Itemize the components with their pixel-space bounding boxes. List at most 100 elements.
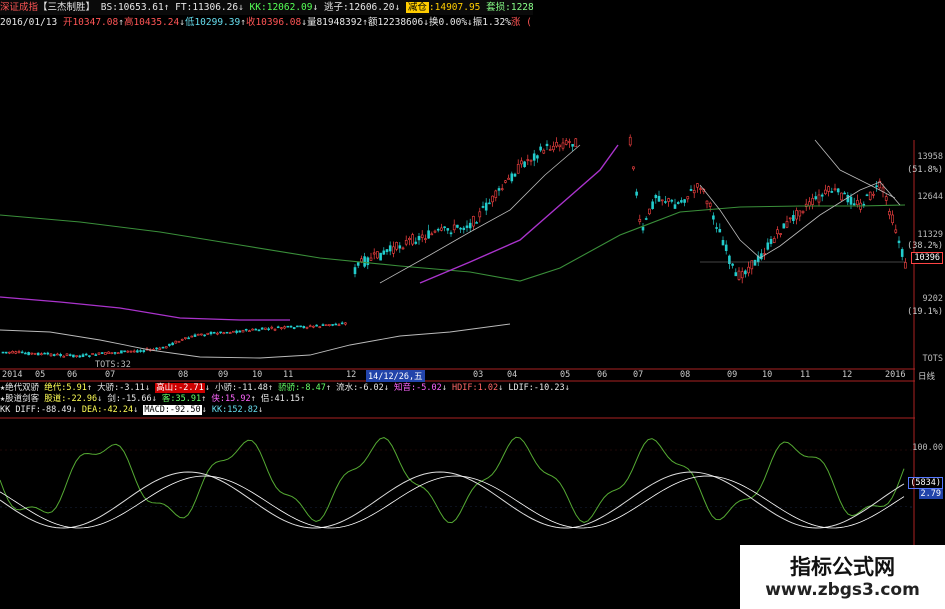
macd-bar	[504, 485, 507, 507]
candle-body	[427, 230, 430, 239]
macd-bar	[899, 507, 902, 547]
candle-body	[824, 189, 827, 195]
macd-bar	[89, 486, 92, 507]
macd-bar	[639, 507, 642, 558]
macd-bar	[539, 489, 542, 507]
macd-bar	[869, 507, 872, 531]
candle-body	[638, 219, 642, 222]
kline-chart[interactable]	[0, 0, 945, 609]
candle-body	[107, 351, 110, 354]
candle-body	[779, 233, 782, 235]
candle-body	[251, 328, 254, 331]
macd-bar	[139, 507, 142, 526]
candle-body	[852, 203, 856, 206]
macd-bar	[514, 481, 517, 507]
candle-body	[190, 335, 194, 338]
candle-body	[481, 206, 485, 208]
candle-body	[830, 191, 834, 193]
candle-body	[270, 326, 274, 329]
macd-bar	[429, 507, 432, 521]
candle-body	[849, 196, 853, 205]
price-label: (19.1%)	[907, 307, 943, 317]
macd-bar	[84, 487, 87, 507]
candle-body	[520, 160, 523, 165]
candle-body	[452, 224, 456, 231]
date-tick: 05	[35, 370, 46, 380]
candle-body	[283, 326, 286, 329]
candle-body	[353, 267, 357, 275]
candle-body	[718, 229, 722, 233]
candle-body	[334, 323, 338, 326]
candle-body	[510, 173, 514, 182]
candle-body	[56, 353, 59, 356]
candle-body	[366, 257, 370, 266]
candle-body	[840, 192, 843, 201]
candle-body	[49, 353, 53, 357]
candle-body	[728, 255, 731, 265]
sub-axis-label: (5834)	[908, 477, 943, 489]
macd-bar	[144, 507, 147, 529]
candle-body	[344, 322, 347, 325]
candle-body	[680, 200, 683, 203]
candle-body	[673, 204, 677, 209]
macd-bar	[789, 493, 792, 507]
candle-body	[180, 338, 184, 341]
macd-bar	[574, 493, 577, 507]
candle-body	[36, 352, 40, 356]
candle-body	[817, 194, 821, 203]
candle-body	[795, 210, 798, 220]
candle-body	[78, 355, 82, 358]
price-label: (38.2%)	[907, 241, 943, 251]
candle-body	[574, 138, 578, 148]
candle-body	[216, 332, 219, 335]
candle-body	[161, 346, 165, 349]
last-price-marker: 10396	[911, 252, 943, 264]
candle-body	[312, 325, 315, 328]
candle-body	[801, 210, 805, 214]
macd-bar	[829, 496, 832, 507]
macd-bar	[49, 490, 52, 507]
candle-body	[715, 227, 718, 229]
candle-body	[376, 251, 379, 259]
period-label: 日线	[918, 372, 936, 382]
macd-bar	[894, 507, 897, 547]
candle-body	[398, 245, 402, 249]
candle-body	[222, 332, 226, 334]
candle-body	[654, 194, 658, 199]
macd-bar	[54, 492, 57, 507]
macd-bar	[384, 507, 387, 529]
macd-bar	[679, 507, 682, 518]
macd-bar	[474, 507, 477, 517]
candle-body	[260, 327, 264, 330]
candle-body	[872, 193, 875, 196]
macd-bar	[494, 495, 497, 507]
sub-axis-value: 2.79	[918, 489, 943, 499]
macd-bar	[74, 490, 77, 507]
macd-bar	[94, 486, 97, 507]
candle-body	[88, 355, 91, 357]
macd-bar	[814, 496, 817, 507]
candle-body	[116, 352, 120, 354]
macd-bar	[399, 507, 402, 532]
macd-bar	[79, 489, 82, 507]
macd-bar	[204, 507, 207, 525]
macd-bar	[889, 507, 892, 547]
macd-bar	[159, 507, 162, 529]
candle-body	[280, 327, 283, 329]
candle-body	[475, 222, 478, 224]
candle-body	[846, 194, 850, 203]
candle-body	[456, 224, 459, 228]
candle-body	[497, 188, 501, 191]
date-tick: 05	[560, 370, 571, 380]
candle-body	[257, 329, 261, 332]
candle-body	[276, 326, 280, 329]
tots-annotation: TOTS:32	[95, 360, 131, 370]
candle-body	[52, 354, 56, 356]
candle-body	[721, 240, 725, 246]
macd-bar	[694, 507, 697, 519]
candle-body	[123, 350, 126, 353]
candle-body	[360, 258, 363, 262]
candle-body	[356, 262, 360, 266]
candle-body	[388, 245, 392, 252]
candle-body	[369, 257, 373, 261]
